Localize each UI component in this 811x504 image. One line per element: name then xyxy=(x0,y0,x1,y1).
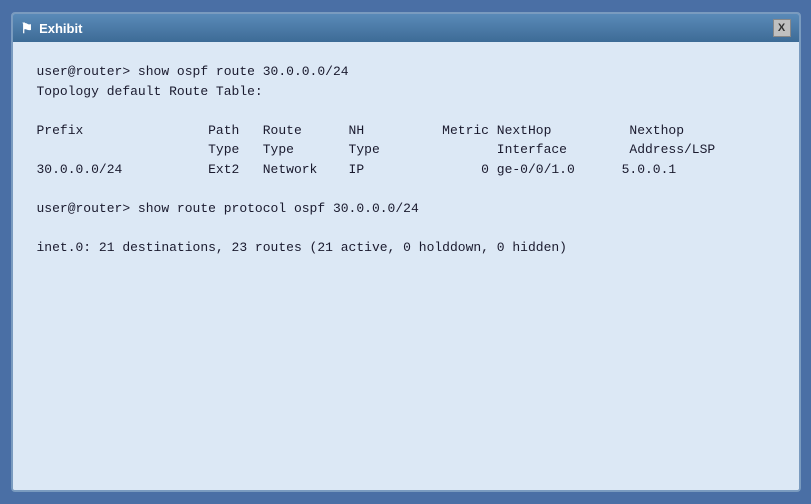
terminal-output: user@router> show ospf route 30.0.0.0/24… xyxy=(37,62,775,257)
terminal-line: Topology default Route Table: xyxy=(37,82,775,102)
exhibit-window: ⚑ Exhibit X user@router> show ospf route… xyxy=(11,12,801,492)
title-bar-left: ⚑ Exhibit xyxy=(21,20,83,37)
terminal-line: 30.0.0.0/24 Ext2 Network IP 0 ge-0/0/1.0… xyxy=(37,160,775,180)
window-title: Exhibit xyxy=(39,21,82,36)
terminal-line: Type Type Type Interface Address/LSP xyxy=(37,140,775,160)
terminal-line: Prefix Path Route NH Metric NextHop Next… xyxy=(37,121,775,141)
window-icon: ⚑ xyxy=(21,20,34,37)
title-bar: ⚑ Exhibit X xyxy=(13,14,799,42)
terminal-line: user@router> show route protocol ospf 30… xyxy=(37,199,775,219)
content-area: user@router> show ospf route 30.0.0.0/24… xyxy=(13,42,799,490)
close-button[interactable]: X xyxy=(773,19,791,37)
terminal-line xyxy=(37,218,775,238)
terminal-line: inet.0: 21 destinations, 23 routes (21 a… xyxy=(37,238,775,258)
terminal-line xyxy=(37,179,775,199)
terminal-line xyxy=(37,101,775,121)
terminal-line: user@router> show ospf route 30.0.0.0/24 xyxy=(37,62,775,82)
